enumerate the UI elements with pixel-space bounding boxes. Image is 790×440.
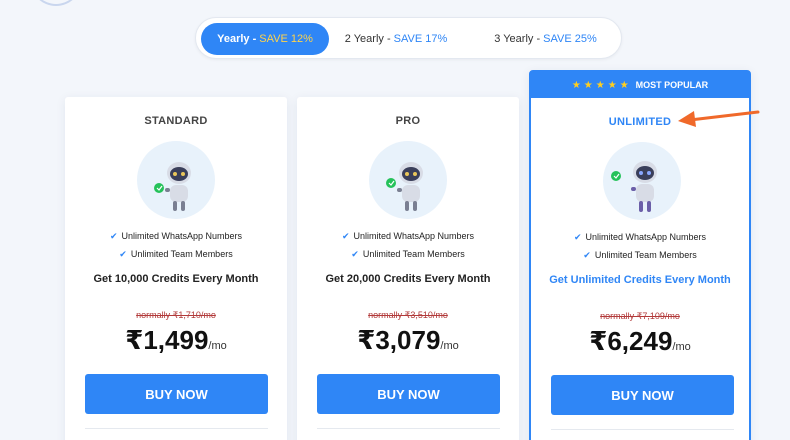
feature-item: ✔ Unlimited WhatsApp Numbers xyxy=(531,232,749,243)
feature-text: Unlimited WhatsApp Numbers xyxy=(121,231,243,241)
credits-text: Get 10,000 Credits Every Month xyxy=(93,273,259,285)
plan-card-pro: PRO ✔ Unlimited WhatsApp Numbers ✔ Unlimit… xyxy=(297,97,519,440)
plan-card-standard: STANDARD ✔ Unlimited WhatsApp Numbers ✔ Un… xyxy=(65,97,287,440)
tab-3-yearly[interactable]: 3 Yearly - SAVE 25% xyxy=(483,23,608,55)
divider xyxy=(85,428,268,429)
tab-save-badge: SAVE 25% xyxy=(543,33,597,45)
check-icon: ✔ xyxy=(351,249,359,259)
robot-mascot-icon xyxy=(369,141,447,219)
divider xyxy=(317,428,500,429)
original-price: normally ₹7,109/mo xyxy=(600,311,680,321)
credits-text: Get 20,000 Credits Every Month xyxy=(325,273,491,285)
feature-item: ✔ Unlimited Team Members xyxy=(297,249,519,260)
credits-text: Get Unlimited Credits Every Month xyxy=(549,274,731,286)
tab-label: 2 Yearly - xyxy=(344,33,391,45)
tab-label: 3 Yearly - xyxy=(494,33,541,45)
check-icon: ✔ xyxy=(573,232,582,242)
billing-period-toggle: Yearly - SAVE 12% 2 Yearly - SAVE 17% 3 … xyxy=(195,17,622,59)
price-unit: /mo xyxy=(208,340,227,352)
check-icon: ✔ xyxy=(119,249,127,259)
robot-mascot-icon xyxy=(137,141,215,219)
buy-now-button[interactable]: BUY NOW xyxy=(317,374,500,414)
badge-label: MOST POPULAR xyxy=(635,80,709,90)
robot-mascot-icon xyxy=(603,142,681,220)
check-icon: ✔ xyxy=(341,231,350,241)
tab-save-badge: SAVE 12% xyxy=(259,33,313,45)
price-amount: ₹1,499 xyxy=(125,325,209,355)
original-price: normally ₹3,510/mo xyxy=(368,310,448,320)
price-amount: ₹3,079 xyxy=(357,325,441,355)
plan-name: STANDARD xyxy=(144,115,208,127)
logo-fragment xyxy=(30,0,82,6)
check-icon: ✔ xyxy=(583,250,591,260)
price-unit: /mo xyxy=(440,340,459,352)
feature-text: Unlimited Team Members xyxy=(594,250,697,260)
tab-label: Yearly - xyxy=(217,33,257,45)
tab-save-badge: SAVE 17% xyxy=(393,33,448,45)
feature-text: Unlimited Team Members xyxy=(362,249,465,259)
buy-now-button[interactable]: BUY NOW xyxy=(85,374,268,414)
feature-item: ✔ Unlimited Team Members xyxy=(531,250,749,261)
price-unit: /mo xyxy=(672,341,691,353)
divider xyxy=(551,429,734,430)
star-icon: ★★★★★ xyxy=(571,79,632,91)
price: ₹1,499/mo xyxy=(65,325,287,356)
most-popular-badge: ★★★★★ MOST POPULAR xyxy=(531,72,749,98)
plan-name: PRO xyxy=(395,115,421,127)
buy-now-button[interactable]: BUY NOW xyxy=(551,375,734,415)
price-amount: ₹6,249 xyxy=(589,326,673,356)
check-icon: ✔ xyxy=(109,231,118,241)
price: ₹3,079/mo xyxy=(297,325,519,356)
tab-2-yearly[interactable]: 2 Yearly - SAVE 17% xyxy=(341,23,451,55)
feature-item: ✔ Unlimited WhatsApp Numbers xyxy=(65,231,287,242)
original-price: normally ₹1,710/mo xyxy=(136,310,216,320)
price: ₹6,249/mo xyxy=(531,326,749,357)
feature-text: Unlimited WhatsApp Numbers xyxy=(353,231,475,241)
feature-text: Unlimited WhatsApp Numbers xyxy=(585,232,707,242)
feature-item: ✔ Unlimited WhatsApp Numbers xyxy=(297,231,519,242)
feature-text: Unlimited Team Members xyxy=(130,249,233,259)
arrow-left-icon xyxy=(678,110,760,127)
feature-item: ✔ Unlimited Team Members xyxy=(65,249,287,260)
tab-yearly[interactable]: Yearly - SAVE 12% xyxy=(201,23,329,55)
